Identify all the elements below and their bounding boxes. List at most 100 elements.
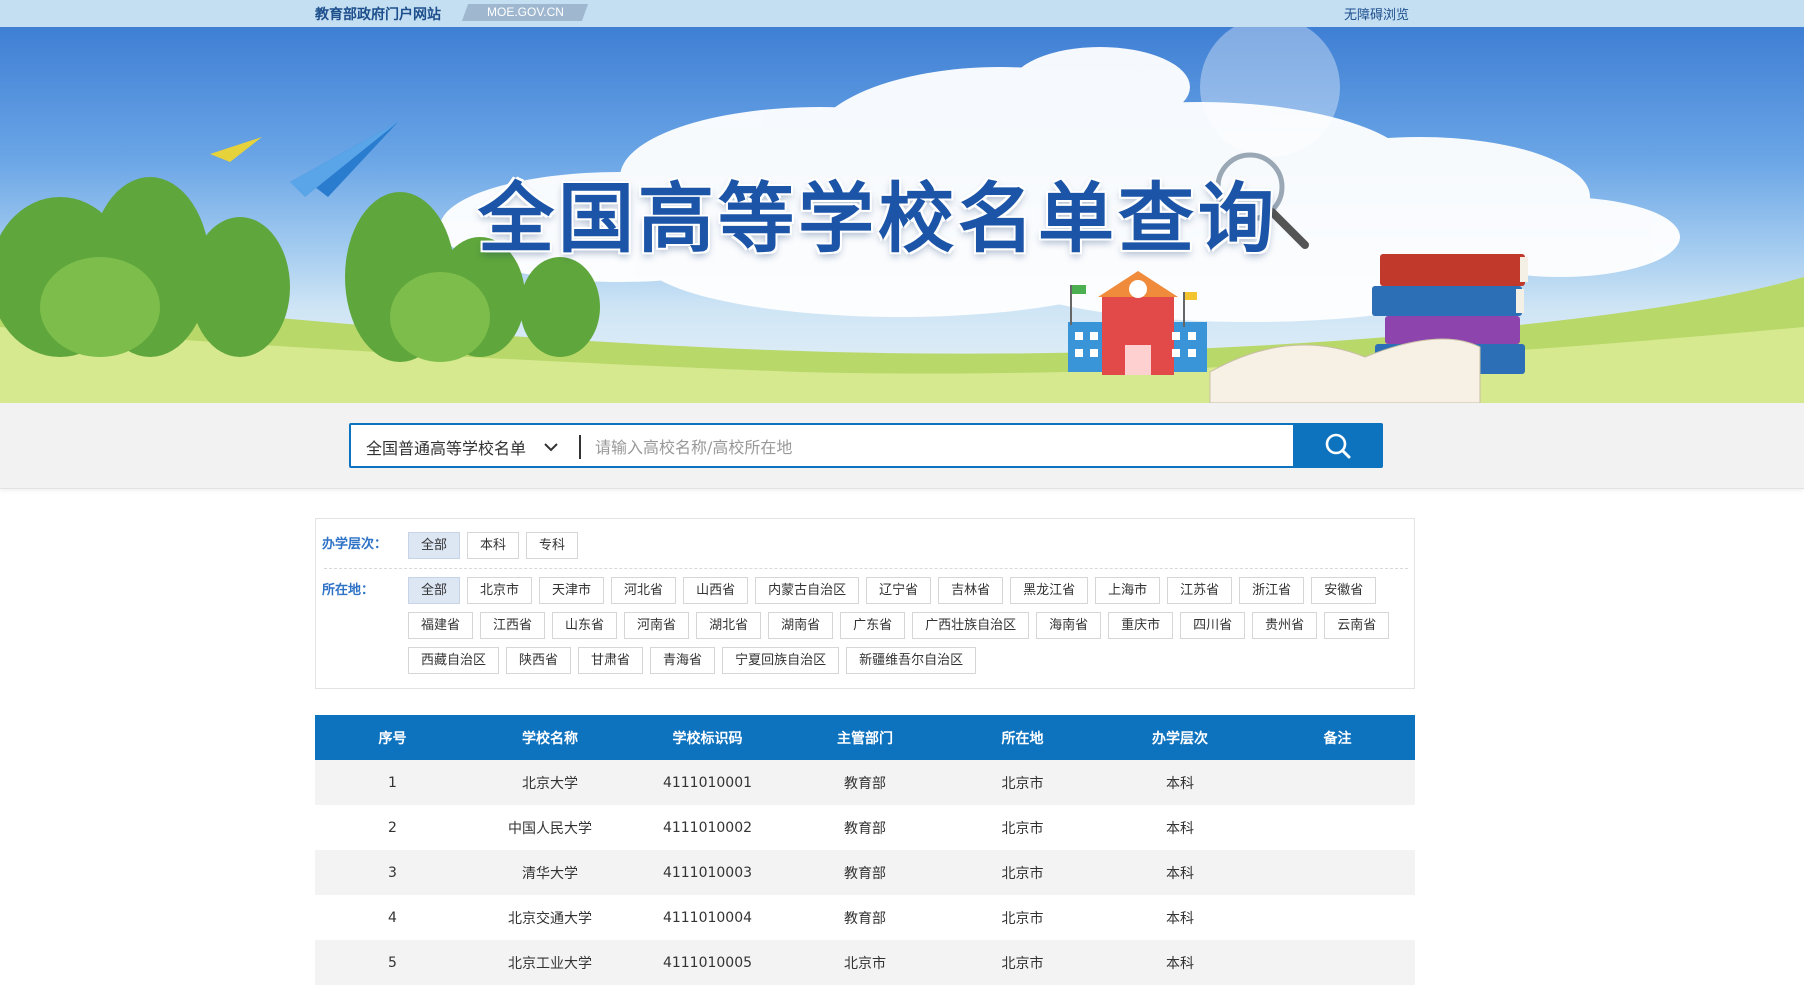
region-filter-tags: 全部 北京市 天津市 河北省 山西省 内蒙古自治区 辽宁省 吉林省 黑龙江省 上海市 江苏省 浙江省安… [408, 577, 1408, 674]
table-cell [1260, 850, 1415, 895]
table-cell: 本科 [1166, 820, 1194, 837]
region-filter-tag[interactable]: 四川省 [1180, 612, 1246, 639]
region-filter-tag[interactable]: 福建省 [408, 612, 474, 639]
results-table: 序号 学校名称 学校标识码 主管部门 所在地 办学层次 备注 1 北京大学 4111010001… [315, 715, 1415, 985]
table-row[interactable]: 4 北京交通大学 4111010004 教育部 北京市 本科 [315, 895, 1415, 940]
table-header-row: 序号 学校名称 学校标识码 主管部门 所在地 办学层次 备注 [315, 715, 1415, 760]
domain-badge: MOE.GOV.CN [461, 4, 589, 21]
table-row[interactable]: 5 北京工业大学 4111010005 北京市 北京市 本科 [315, 940, 1415, 985]
region-filter-tag[interactable]: 陕西省 [506, 647, 572, 674]
table-cell: 教育部 [844, 820, 886, 837]
region-filter-tag[interactable]: 全部 [408, 577, 461, 604]
table-cell: 清华大学 [522, 865, 578, 882]
search-divider [579, 435, 581, 459]
region-filter-tag[interactable]: 西藏自治区 [408, 647, 500, 674]
table-cell: 4111010003 [662, 864, 753, 881]
table-cell: 本科 [1166, 865, 1194, 882]
level-filter-label: 办学层次： [322, 537, 388, 552]
region-filter-tag[interactable]: 湖南省 [768, 612, 834, 639]
table-cell: 中国人民大学 [508, 820, 592, 837]
level-filter-tags: 全部 本科 专科 [408, 532, 1408, 559]
column-header: 办学层次 [1152, 730, 1208, 747]
table-cell [1260, 805, 1415, 850]
region-filter-tag[interactable]: 广西壮族自治区 [912, 612, 1030, 639]
region-filter-tag[interactable]: 新疆维吾尔自治区 [846, 647, 977, 674]
region-filter-tag[interactable]: 重庆市 [1108, 612, 1174, 639]
table-row[interactable]: 1 北京大学 4111010001 教育部 北京市 本科 [315, 760, 1415, 805]
hero-banner: 全国高等学校名单查询 [0, 27, 1804, 403]
table-cell: 4111010005 [662, 954, 753, 971]
table-cell: 本科 [1166, 955, 1194, 972]
search-box: 全国普通高等学校名单 [349, 423, 1383, 468]
region-filter-tag[interactable]: 江苏省 [1167, 577, 1233, 604]
table-cell: 教育部 [844, 775, 886, 792]
table-cell: 4111010002 [662, 819, 753, 836]
search-section: 全国普通高等学校名单 [0, 403, 1804, 489]
table-cell: 北京市 [1001, 955, 1044, 972]
region-filter-tag[interactable]: 内蒙古自治区 [755, 577, 860, 604]
region-filter-tag[interactable]: 江西省 [480, 612, 546, 639]
chevron-down-icon[interactable] [541, 437, 561, 457]
table-cell: 1 [388, 774, 397, 791]
region-filter-tag[interactable]: 吉林省 [938, 577, 1004, 604]
region-filter-tag[interactable]: 贵州省 [1252, 612, 1318, 639]
table-row[interactable]: 3 清华大学 4111010003 教育部 北京市 本科 [315, 850, 1415, 895]
paper-plane-small [210, 137, 262, 162]
table-cell: 北京交通大学 [508, 910, 592, 927]
column-header: 所在地 [1001, 730, 1044, 747]
region-filter-tag[interactable]: 湖北省 [696, 612, 762, 639]
column-header: 学校名称 [522, 730, 578, 747]
column-header: 序号 [378, 730, 407, 747]
column-header: 备注 [1323, 730, 1352, 747]
table-cell: 4111010004 [662, 909, 753, 926]
search-icon [1325, 433, 1351, 458]
table-cell: 北京市 [1001, 865, 1044, 882]
domain-text: MOE.GOV.CN [486, 5, 564, 19]
column-header: 学校标识码 [672, 730, 743, 747]
search-button[interactable] [1293, 423, 1383, 468]
scope-select[interactable]: 全国普通高等学校名单 [366, 435, 526, 459]
table-cell: 2 [388, 819, 397, 836]
table-cell [1260, 895, 1415, 940]
ministry-portal-link[interactable]: 教育部政府门户网站 [315, 4, 441, 24]
region-filter-tag[interactable]: 河南省 [624, 612, 690, 639]
level-filter-tag[interactable]: 全部 [408, 532, 461, 559]
region-filter-tag[interactable]: 甘肃省 [578, 647, 644, 674]
region-filter-tag[interactable]: 宁夏回族自治区 [722, 647, 840, 674]
level-filter-tag[interactable]: 专科 [526, 532, 579, 559]
region-filter-tag[interactable]: 北京市 [467, 577, 533, 604]
region-filter-tag[interactable]: 浙江省 [1239, 577, 1305, 604]
region-filter-tag[interactable]: 安徽省 [1311, 577, 1377, 604]
filter-divider [324, 568, 1408, 569]
level-filter-tag[interactable]: 本科 [467, 532, 520, 559]
region-filter-tag[interactable]: 云南省 [1324, 612, 1390, 639]
top-bar: 教育部政府门户网站 MOE.GOV.CN 无障碍浏览 [0, 0, 1804, 27]
search-input[interactable] [595, 433, 1295, 461]
region-filter-label: 所在地： [322, 583, 375, 598]
region-filter-tag[interactable]: 青海省 [650, 647, 716, 674]
region-filter-tag[interactable]: 广东省 [840, 612, 906, 639]
table-cell: 4 [388, 909, 397, 926]
region-filter-tag[interactable]: 上海市 [1095, 577, 1161, 604]
table-cell: 北京市 [844, 955, 886, 972]
region-filter-tag[interactable]: 海南省 [1036, 612, 1102, 639]
table-row[interactable]: 2 中国人民大学 4111010002 教育部 北京市 本科 [315, 805, 1415, 850]
region-filter-tag[interactable]: 黑龙江省 [1010, 577, 1089, 604]
region-filter-tag[interactable]: 山东省 [552, 612, 618, 639]
region-filter-tag[interactable]: 天津市 [539, 577, 605, 604]
region-filter-tag[interactable]: 辽宁省 [866, 577, 932, 604]
column-header: 主管部门 [837, 730, 893, 747]
table-cell: 北京市 [1001, 775, 1044, 792]
table-cell: 教育部 [844, 910, 886, 927]
accessibility-link[interactable]: 无障碍浏览 [1344, 4, 1409, 23]
filter-panel: 办学层次： 全部 本科 专科 所在地： 全部 北京市 天津市 河北省 山西省 内蒙古自治区 辽宁… [315, 518, 1415, 689]
table-cell: 北京工业大学 [508, 955, 592, 972]
region-filter-tag[interactable]: 山西省 [683, 577, 749, 604]
table-cell: 4111010001 [662, 774, 753, 791]
page-title: 全国高等学校名单查询 [478, 174, 1278, 263]
table-cell: 5 [388, 954, 397, 971]
table-body: 1 北京大学 4111010001 教育部 北京市 本科 2 中国人民大学 4111010002… [315, 760, 1415, 985]
table-cell: 本科 [1166, 775, 1194, 792]
table-cell [1260, 760, 1415, 805]
region-filter-tag[interactable]: 河北省 [611, 577, 677, 604]
